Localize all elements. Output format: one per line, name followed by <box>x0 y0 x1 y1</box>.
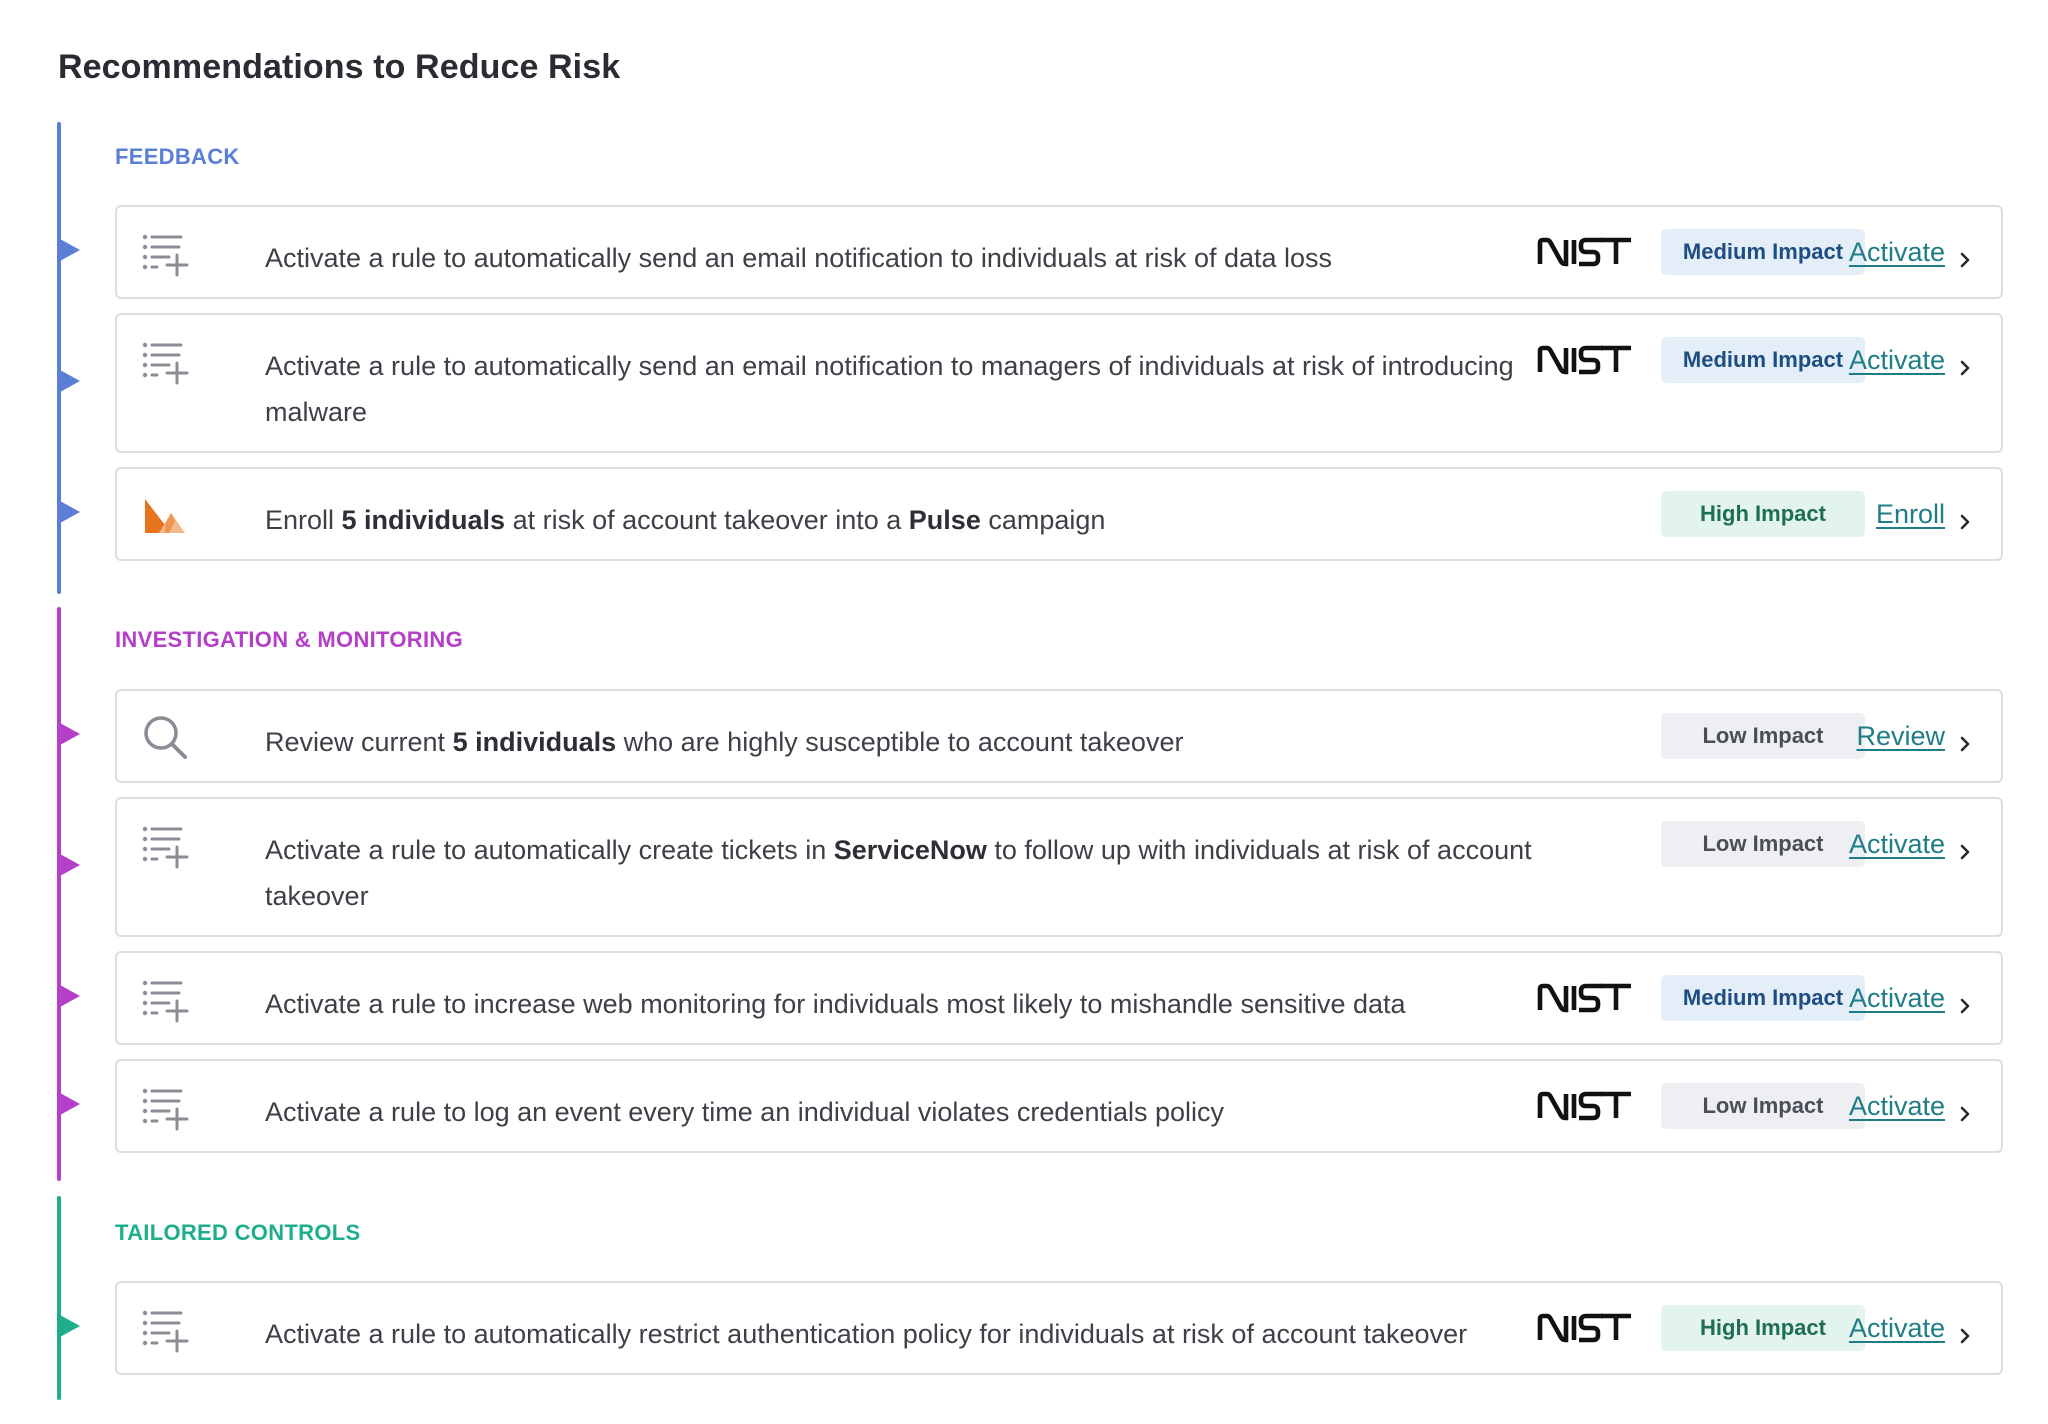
chevron-right-icon <box>1957 836 1973 860</box>
nist-logo-icon <box>1537 237 1633 267</box>
chevron-right-icon <box>1957 244 1973 268</box>
recommendation-card: Activate a rule to increase web monitori… <box>115 951 2003 1045</box>
chevron-right-icon <box>1957 990 1973 1014</box>
recommendation-card: Review current 5 individuals who are hig… <box>115 689 2003 783</box>
section-feedback: FEEDBACK Activate a rule to automaticall… <box>57 122 2007 594</box>
recommendation-text: Review current 5 individuals who are hig… <box>265 719 1545 765</box>
timeline-marker <box>60 501 80 523</box>
action-label: Review <box>1856 720 1945 751</box>
action-label: Activate <box>1848 982 1945 1013</box>
text-segment: Activate a rule to automatically send an… <box>265 351 1514 427</box>
pulse-logo-icon <box>141 491 189 539</box>
text-segment: Activate a rule to automatically restric… <box>265 1319 1468 1349</box>
action-label: Enroll <box>1875 498 1945 529</box>
highlighted-text: ServiceNow <box>833 835 987 865</box>
search-icon <box>141 713 189 761</box>
timeline-marker <box>60 723 80 745</box>
nist-logo-icon <box>1537 983 1633 1013</box>
recommendation-text: Enroll 5 individuals at risk of account … <box>265 497 1545 543</box>
action-label: Activate <box>1848 1312 1945 1343</box>
activate-link[interactable]: Activate <box>1849 1083 1973 1129</box>
impact-badge: High Impact <box>1661 1305 1865 1351</box>
recommendation-text: Activate a rule to log an event every ti… <box>265 1089 1545 1135</box>
recommendation-card: Activate a rule to automatically send an… <box>115 313 2003 453</box>
activate-link[interactable]: Activate <box>1849 229 1973 275</box>
recommendation-text: Activate a rule to automatically restric… <box>265 1311 1545 1357</box>
impact-badge: Low Impact <box>1661 1083 1865 1129</box>
page-title: Recommendations to Reduce Risk <box>58 48 621 86</box>
rule-list-add-icon <box>141 229 189 277</box>
impact-badge: Medium Impact <box>1661 337 1865 383</box>
activate-link[interactable]: Activate <box>1849 821 1973 867</box>
text-segment: campaign <box>980 505 1106 535</box>
section-investigation-monitoring: INVESTIGATION & MONITORING Review curren… <box>57 607 2007 1181</box>
chevron-right-icon <box>1957 1098 1973 1122</box>
recommendation-card: Activate a rule to automatically create … <box>115 797 2003 937</box>
section-heading: INVESTIGATION & MONITORING <box>115 627 463 652</box>
recommendation-text: Activate a rule to automatically send an… <box>265 235 1545 281</box>
section-heading: FEEDBACK <box>115 144 240 169</box>
chevron-right-icon <box>1957 1320 1973 1344</box>
text-segment: Review current <box>265 727 453 757</box>
action-label: Activate <box>1848 828 1945 859</box>
text-segment: who are highly susceptible to account ta… <box>616 727 1184 757</box>
review-link[interactable]: Review <box>1856 713 1973 759</box>
rule-list-add-icon <box>141 975 189 1023</box>
timeline-marker <box>60 1093 80 1115</box>
recommendation-card: Activate a rule to automatically restric… <box>115 1281 2003 1375</box>
impact-badge: Medium Impact <box>1661 229 1865 275</box>
impact-badge: Low Impact <box>1661 821 1865 867</box>
section-heading: TAILORED CONTROLS <box>115 1220 361 1245</box>
activate-link[interactable]: Activate <box>1849 1305 1973 1351</box>
chevron-right-icon <box>1957 352 1973 376</box>
action-label: Activate <box>1848 1090 1945 1121</box>
chevron-right-icon <box>1957 728 1973 752</box>
timeline-marker <box>60 239 80 261</box>
action-label: Activate <box>1848 344 1945 375</box>
recommendation-card: Activate a rule to automatically send an… <box>115 205 2003 299</box>
timeline-marker <box>60 370 80 392</box>
highlighted-text: 5 individuals <box>341 505 506 535</box>
activate-link[interactable]: Activate <box>1849 337 1973 383</box>
text-segment: Activate a rule to automatically send an… <box>265 243 1333 273</box>
activate-link[interactable]: Activate <box>1849 975 1973 1021</box>
recommendation-text: Activate a rule to automatically create … <box>265 827 1545 919</box>
highlighted-text: Pulse <box>908 505 981 535</box>
impact-badge: Medium Impact <box>1661 975 1865 1021</box>
rule-list-add-icon <box>141 821 189 869</box>
recommendation-card: Enroll 5 individuals at risk of account … <box>115 467 2003 561</box>
section-rail <box>57 1196 61 1400</box>
text-segment: Activate a rule to increase web monitori… <box>265 989 1406 1019</box>
highlighted-text: 5 individuals <box>452 727 617 757</box>
rule-list-add-icon <box>141 337 189 385</box>
impact-badge: High Impact <box>1661 491 1865 537</box>
text-segment: Enroll <box>265 505 342 535</box>
text-segment: Activate a rule to log an event every ti… <box>265 1097 1225 1127</box>
rule-list-add-icon <box>141 1083 189 1131</box>
nist-logo-icon <box>1537 1313 1633 1343</box>
section-rail <box>57 122 61 594</box>
recommendation-text: Activate a rule to automatically send an… <box>265 343 1545 435</box>
nist-logo-icon <box>1537 345 1633 375</box>
timeline-marker <box>60 854 80 876</box>
chevron-right-icon <box>1957 506 1973 530</box>
text-segment: Activate a rule to automatically create … <box>265 835 834 865</box>
enroll-link[interactable]: Enroll <box>1876 491 1973 537</box>
text-segment: at risk of account takeover into a <box>505 505 909 535</box>
section-tailored-controls: TAILORED CONTROLS Activate a rule to aut… <box>57 1196 2007 1400</box>
nist-logo-icon <box>1537 1091 1633 1121</box>
recommendation-card: Activate a rule to log an event every ti… <box>115 1059 2003 1153</box>
impact-badge: Low Impact <box>1661 713 1865 759</box>
recommendation-text: Activate a rule to increase web monitori… <box>265 981 1545 1027</box>
rule-list-add-icon <box>141 1305 189 1353</box>
timeline-marker <box>60 985 80 1007</box>
timeline-marker <box>60 1315 80 1337</box>
action-label: Activate <box>1848 236 1945 267</box>
recommendations-page: Recommendations to Reduce Risk FEEDBACK … <box>0 0 2048 1424</box>
